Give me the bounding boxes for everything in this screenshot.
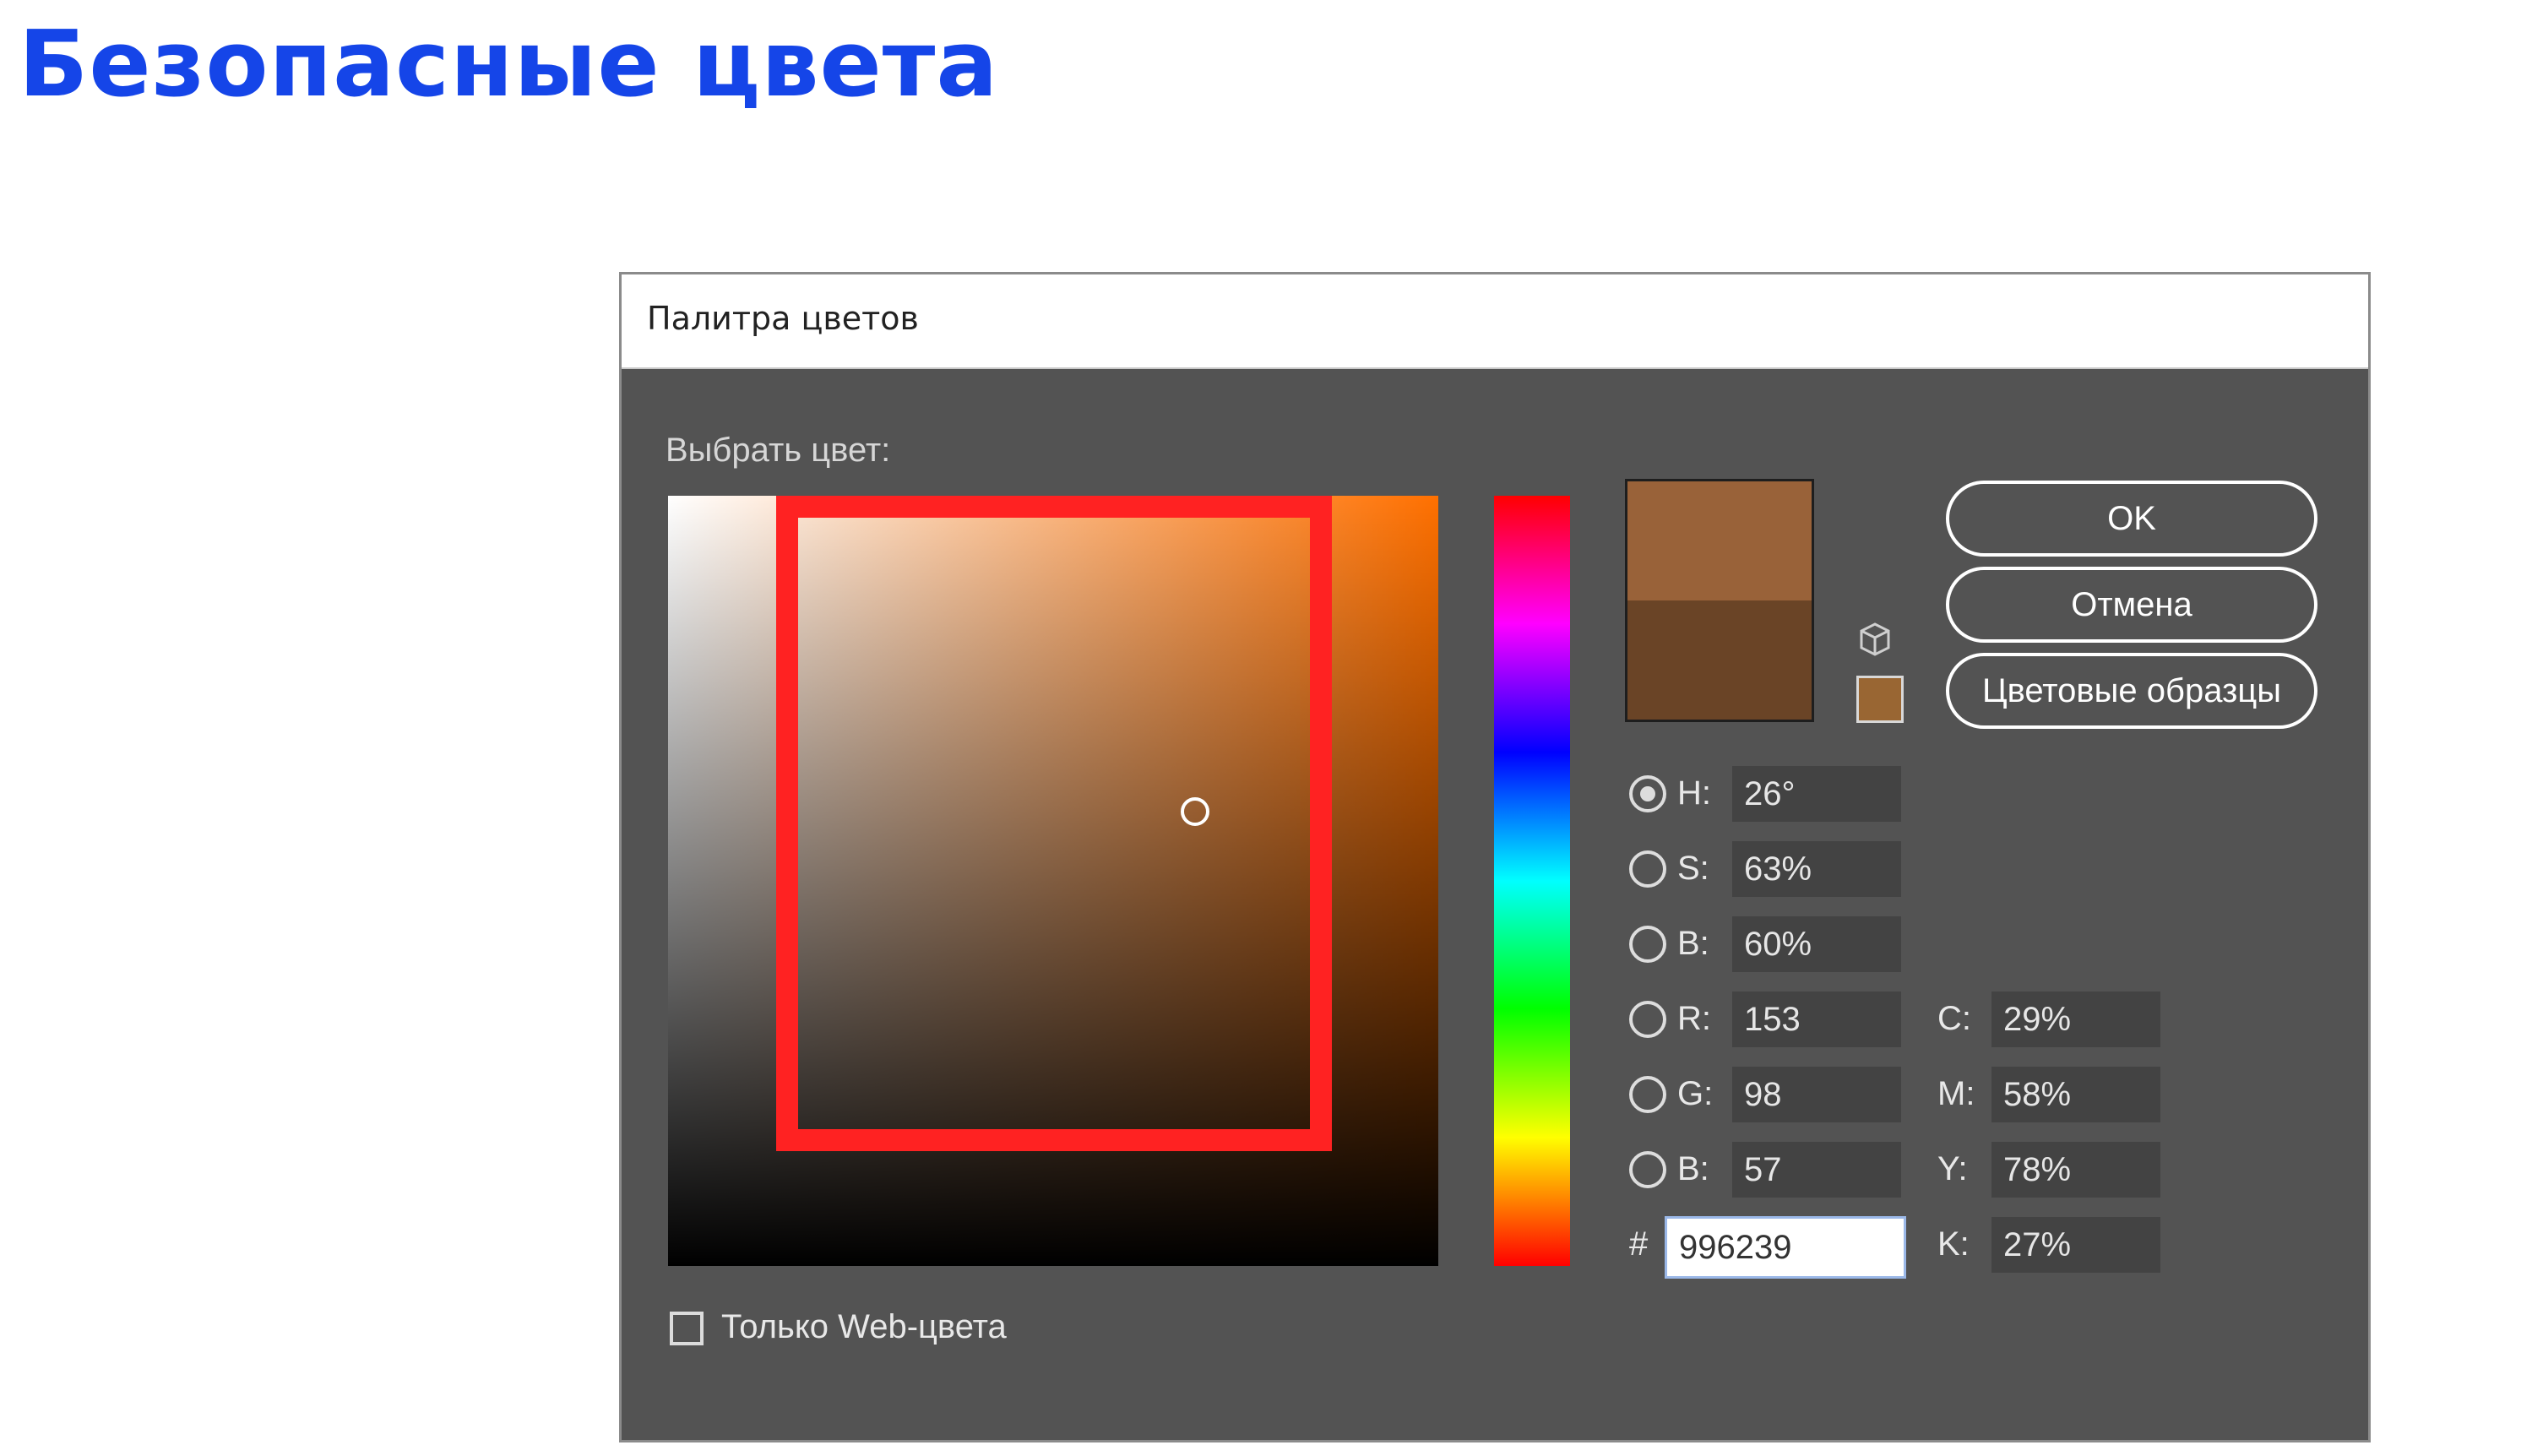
red-radio[interactable]: [1629, 1001, 1666, 1038]
hue-input[interactable]: 26°: [1732, 766, 1901, 822]
websafe-color-swatch[interactable]: [1856, 676, 1904, 723]
dialog-title: Палитра цветов: [647, 300, 919, 337]
color-picker-dialog: Палитра цветов Выбрать цвет: OK Отмена Ц…: [619, 272, 2371, 1442]
green-radio[interactable]: [1629, 1076, 1666, 1113]
hex-input[interactable]: 996239: [1665, 1216, 1906, 1279]
web-colors-only-checkbox[interactable]: [670, 1312, 704, 1345]
cyan-label: C:: [1937, 1000, 1971, 1037]
saturation-label: S:: [1677, 850, 1709, 887]
brightness-label: B:: [1677, 925, 1709, 962]
blue-radio[interactable]: [1629, 1151, 1666, 1188]
websafe-cube-icon[interactable]: [1856, 621, 1894, 658]
cancel-button[interactable]: Отмена: [1946, 567, 2317, 643]
hex-label: #: [1629, 1225, 1649, 1263]
yellow-label: Y:: [1937, 1150, 1968, 1187]
hue-slider[interactable]: [1494, 496, 1570, 1266]
slide: Безопасные цвета Палитра цветов Выбрать …: [0, 0, 2532, 1456]
black-label: K:: [1937, 1225, 1970, 1263]
saturation-radio[interactable]: [1629, 850, 1666, 888]
pick-color-label: Выбрать цвет:: [666, 432, 891, 469]
hue-radio[interactable]: [1629, 775, 1666, 812]
blue-label: B:: [1677, 1150, 1709, 1187]
saturation-brightness-field[interactable]: [668, 496, 1438, 1266]
magenta-label: M:: [1937, 1075, 1975, 1112]
cyan-input[interactable]: 29%: [1991, 991, 2160, 1047]
black-input[interactable]: 27%: [1991, 1217, 2160, 1273]
red-label: R:: [1677, 1000, 1711, 1037]
color-swatches-button[interactable]: Цветовые образцы: [1946, 653, 2317, 729]
magenta-input[interactable]: 58%: [1991, 1067, 2160, 1122]
dialog-titlebar[interactable]: Палитра цветов: [622, 274, 2368, 369]
slide-title: Безопасные цвета: [19, 12, 999, 117]
new-color-swatch: [1627, 481, 1812, 600]
red-input[interactable]: 153: [1732, 991, 1901, 1047]
ok-button[interactable]: OK: [1946, 481, 2317, 557]
green-label: G:: [1677, 1075, 1714, 1112]
web-colors-only-label: Только Web-цвета: [721, 1308, 1007, 1345]
color-field-cursor[interactable]: [1181, 797, 1209, 826]
brightness-input[interactable]: 60%: [1732, 916, 1901, 972]
color-preview: [1625, 479, 1814, 722]
yellow-input[interactable]: 78%: [1991, 1142, 2160, 1198]
current-color-swatch[interactable]: [1627, 600, 1812, 720]
blue-input[interactable]: 57: [1732, 1142, 1901, 1198]
highlight-frame: [776, 496, 1332, 1151]
saturation-input[interactable]: 63%: [1732, 841, 1901, 897]
green-input[interactable]: 98: [1732, 1067, 1901, 1122]
brightness-radio[interactable]: [1629, 926, 1666, 963]
hue-label: H:: [1677, 774, 1711, 812]
